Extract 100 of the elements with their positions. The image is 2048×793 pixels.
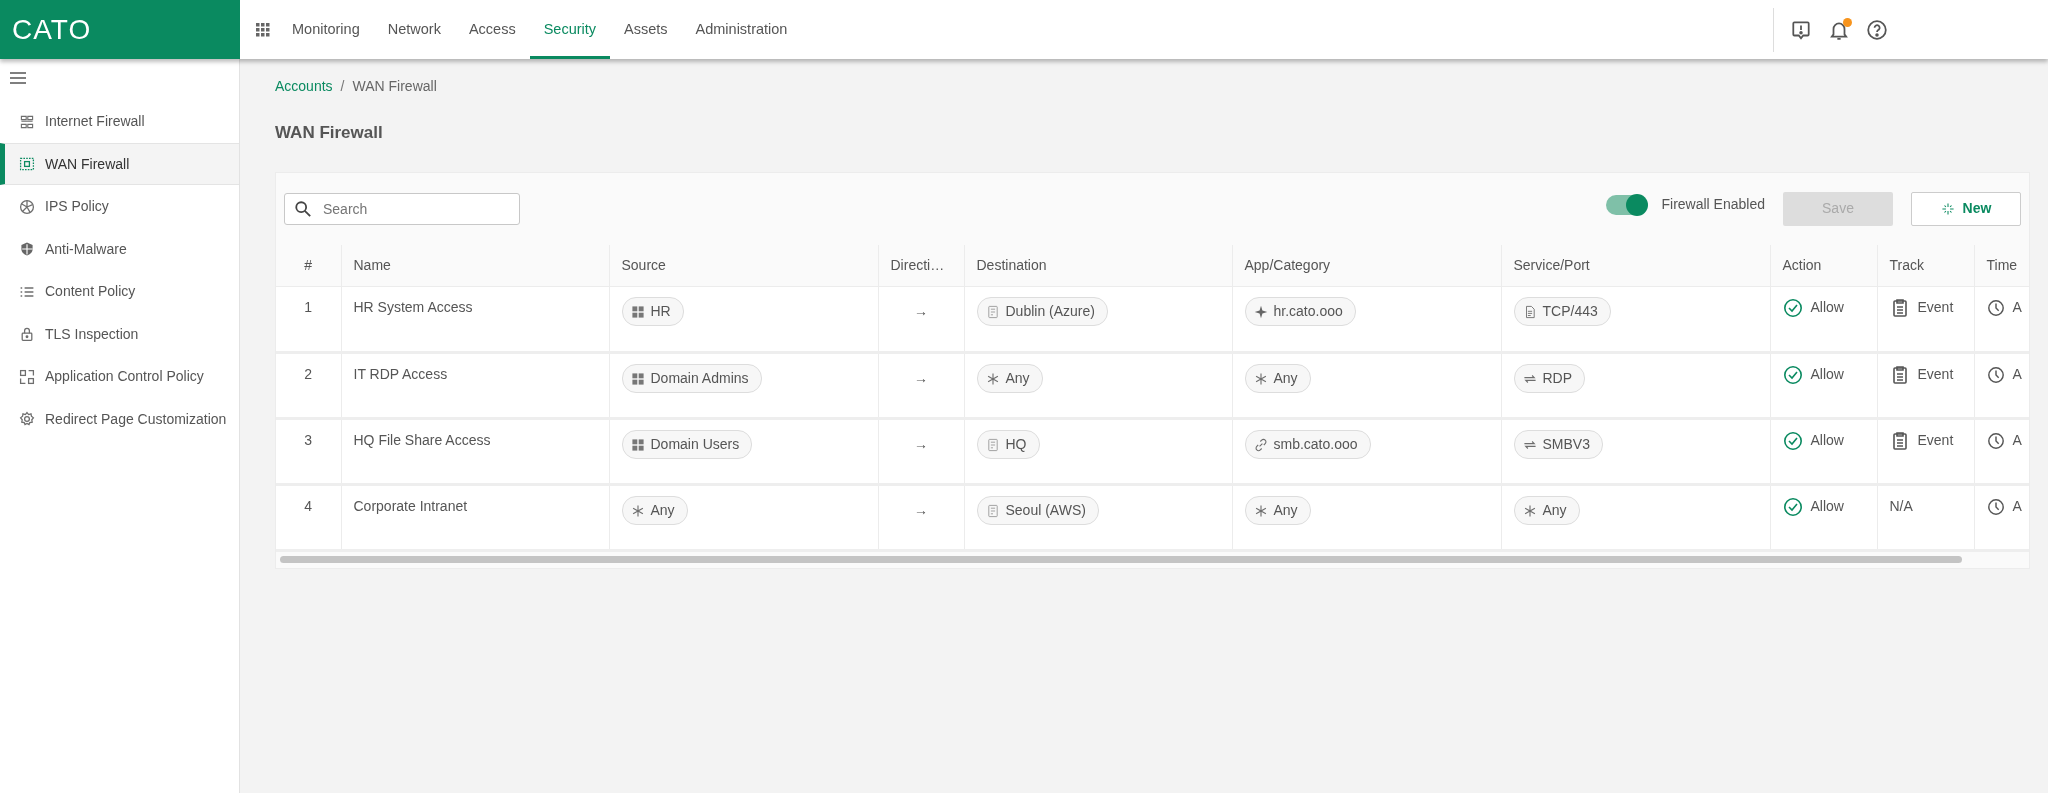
rule-name: Corporate Intranet xyxy=(353,498,468,514)
track-text: Event xyxy=(1917,431,1954,450)
column-header: App/Category xyxy=(1232,244,1501,287)
source-chip[interactable]: Domain Users xyxy=(621,430,753,459)
breadcrumb-current: WAN Firewall xyxy=(352,76,437,96)
source-chip[interactable]: Any xyxy=(621,496,688,525)
destination-chip[interactable]: HQ xyxy=(976,430,1040,459)
nav-tab[interactable]: Security xyxy=(529,0,611,59)
rule-name: IT RDP Access xyxy=(353,366,448,382)
source-chip[interactable]: Domain Admins xyxy=(621,364,762,393)
link-icon xyxy=(1253,437,1268,452)
row-number: 4 xyxy=(304,498,313,514)
scrollbar-thumb[interactable] xyxy=(280,556,1962,563)
column-header: Name xyxy=(341,244,609,287)
action-text: Allow xyxy=(1810,298,1844,317)
sidebar-item[interactable]: WAN Firewall xyxy=(0,142,239,186)
action-text: Allow xyxy=(1810,365,1844,384)
destination-chip[interactable]: Any xyxy=(976,364,1043,393)
row-number: 1 xyxy=(304,299,313,315)
asterisk-icon xyxy=(1253,371,1268,386)
app-chip[interactable]: hr.cato.ooo xyxy=(1244,297,1356,326)
column-header: Service/Port xyxy=(1501,244,1770,287)
breadcrumb-link[interactable]: Accounts xyxy=(275,75,333,97)
check-circle-icon xyxy=(1782,364,1803,385)
clock-icon xyxy=(1986,298,2005,317)
rule-name: HQ File Share Access xyxy=(353,432,491,448)
sidebar-item[interactable]: Content Policy xyxy=(0,270,239,313)
column-header: Action xyxy=(1770,244,1877,287)
time-text: A xyxy=(2012,298,2022,317)
check-circle-icon xyxy=(1782,496,1803,517)
aperture-icon xyxy=(19,198,35,215)
direction-arrow: → xyxy=(914,502,928,518)
server-icon xyxy=(985,437,1000,452)
app-chip[interactable]: Any xyxy=(1244,364,1311,393)
action-text: Allow xyxy=(1810,431,1844,450)
clock-icon xyxy=(1986,365,2005,384)
sparkle-icon xyxy=(1253,304,1268,319)
destination-chip[interactable]: Dublin (Azure) xyxy=(976,297,1108,326)
column-header: Directi… xyxy=(878,244,964,287)
column-header: # xyxy=(276,244,341,287)
firewall-icon xyxy=(19,113,35,130)
row-number: 2 xyxy=(304,366,313,382)
column-header: Time xyxy=(1974,244,2029,287)
source-chip[interactable]: HR xyxy=(621,297,684,326)
service-chip[interactable]: Any xyxy=(1513,496,1580,525)
app-chip[interactable]: Any xyxy=(1244,496,1311,525)
nav-tab[interactable]: Access xyxy=(454,0,530,59)
nav-tab[interactable]: Administration xyxy=(681,0,802,59)
service-chip[interactable]: RDP xyxy=(1513,364,1586,393)
apps-grid-icon[interactable] xyxy=(256,22,270,37)
alert-message-icon xyxy=(1790,18,1812,41)
grid-icon xyxy=(630,437,645,452)
sidebar-item[interactable]: Anti-Malware xyxy=(0,227,239,271)
sparkle-icon xyxy=(1940,201,1955,216)
sidebar-item[interactable]: Application Control Policy xyxy=(0,355,239,398)
direction-arrow: → xyxy=(914,303,928,319)
server-icon xyxy=(985,503,1000,518)
shield-icon xyxy=(19,241,35,258)
search-field[interactable]: Search xyxy=(284,192,520,225)
column-header: Source xyxy=(609,244,878,287)
firewall-icon xyxy=(19,156,35,173)
asterisk-icon xyxy=(630,503,645,518)
toggle-label: Firewall Enabled xyxy=(1661,195,1765,214)
gear-icon xyxy=(19,411,35,428)
breadcrumb-separator: / xyxy=(340,76,345,96)
nav-tab[interactable]: Monitoring xyxy=(278,0,374,59)
direction-arrow: → xyxy=(914,370,928,386)
track-text: Event xyxy=(1917,365,1954,384)
app-chip[interactable]: smb.cato.ooo xyxy=(1244,430,1371,459)
clock-icon xyxy=(1986,431,2005,450)
toggle-switch[interactable] xyxy=(1605,194,1646,215)
asterisk-icon xyxy=(1522,503,1537,518)
sidebar-item[interactable]: TLS Inspection xyxy=(0,312,239,356)
page-title: WAN Firewall xyxy=(275,122,384,144)
check-circle-icon xyxy=(1782,430,1803,451)
padlock-icon xyxy=(19,326,35,343)
server-icon xyxy=(985,304,1000,319)
sidebar-item[interactable]: Internet Firewall xyxy=(0,100,239,143)
new-button[interactable]: New xyxy=(1911,191,2021,226)
service-chip[interactable]: SMBV3 xyxy=(1513,430,1603,459)
logo-text: CATO xyxy=(12,12,92,47)
clock-icon xyxy=(1986,497,2005,516)
grid-icon xyxy=(630,371,645,386)
column-header: Track xyxy=(1877,244,1974,287)
row-number: 3 xyxy=(304,432,313,448)
track-text: Event xyxy=(1917,298,1954,317)
sidebar-item[interactable]: IPS Policy xyxy=(0,185,239,228)
service-chip[interactable]: TCP/443 xyxy=(1513,297,1611,326)
sidebar-item[interactable]: Redirect Page Customization xyxy=(0,397,239,441)
time-text: A xyxy=(2012,431,2022,450)
asterisk-icon xyxy=(1253,503,1268,518)
blocks-icon xyxy=(19,368,35,385)
check-circle-icon xyxy=(1782,297,1803,318)
action-text: Allow xyxy=(1810,497,1844,516)
track-text: N/A xyxy=(1889,497,1913,516)
nav-tab[interactable]: Assets xyxy=(610,0,682,59)
destination-chip[interactable]: Seoul (AWS) xyxy=(976,496,1099,525)
nav-tab[interactable]: Network xyxy=(373,0,455,59)
direction-arrow: → xyxy=(914,436,928,452)
grid-icon xyxy=(630,304,645,319)
